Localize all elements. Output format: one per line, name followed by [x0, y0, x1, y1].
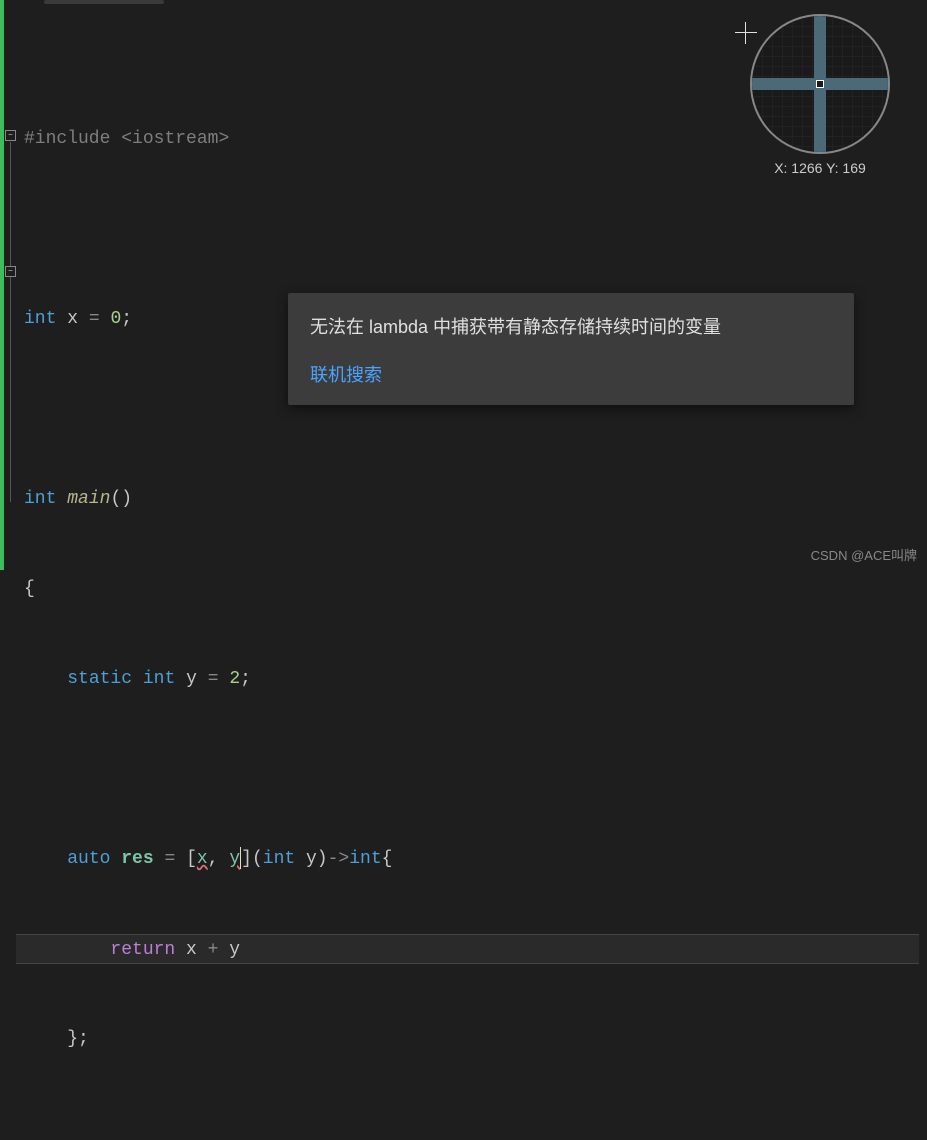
text-caret	[240, 847, 241, 869]
watermark: CSDN @ACE叫牌	[811, 545, 917, 564]
horizontal-scrollbar[interactable]	[44, 0, 164, 4]
magnifier-coords: X: 1266 Y: 169	[737, 160, 903, 176]
tooltip-message: 无法在 lambda 中捕获带有静态存储持续时间的变量	[310, 313, 832, 339]
code-line: static int y = 2;	[24, 664, 919, 694]
code-line: };	[24, 1024, 919, 1054]
code-line	[24, 1114, 919, 1140]
code-line: int main()	[24, 484, 919, 514]
pixel-magnifier: X: 1266 Y: 169	[737, 14, 903, 176]
code-line	[24, 214, 919, 244]
gutter: − −	[0, 0, 16, 570]
tooltip-search-link[interactable]: 联机搜索	[310, 361, 832, 387]
code-line	[24, 754, 919, 784]
code-line: auto res = [x, y](int y)->int{	[24, 844, 919, 874]
fold-guide	[10, 142, 11, 502]
fold-toggle-main[interactable]: −	[5, 130, 16, 141]
magnifier-lens	[750, 14, 890, 154]
magnifier-center-pixel	[817, 81, 823, 87]
code-line: {	[24, 574, 919, 604]
fold-toggle-lambda[interactable]: −	[5, 266, 16, 277]
code-line-current: return x + y	[16, 934, 919, 964]
error-tooltip: 无法在 lambda 中捕获带有静态存储持续时间的变量 联机搜索	[288, 293, 854, 405]
